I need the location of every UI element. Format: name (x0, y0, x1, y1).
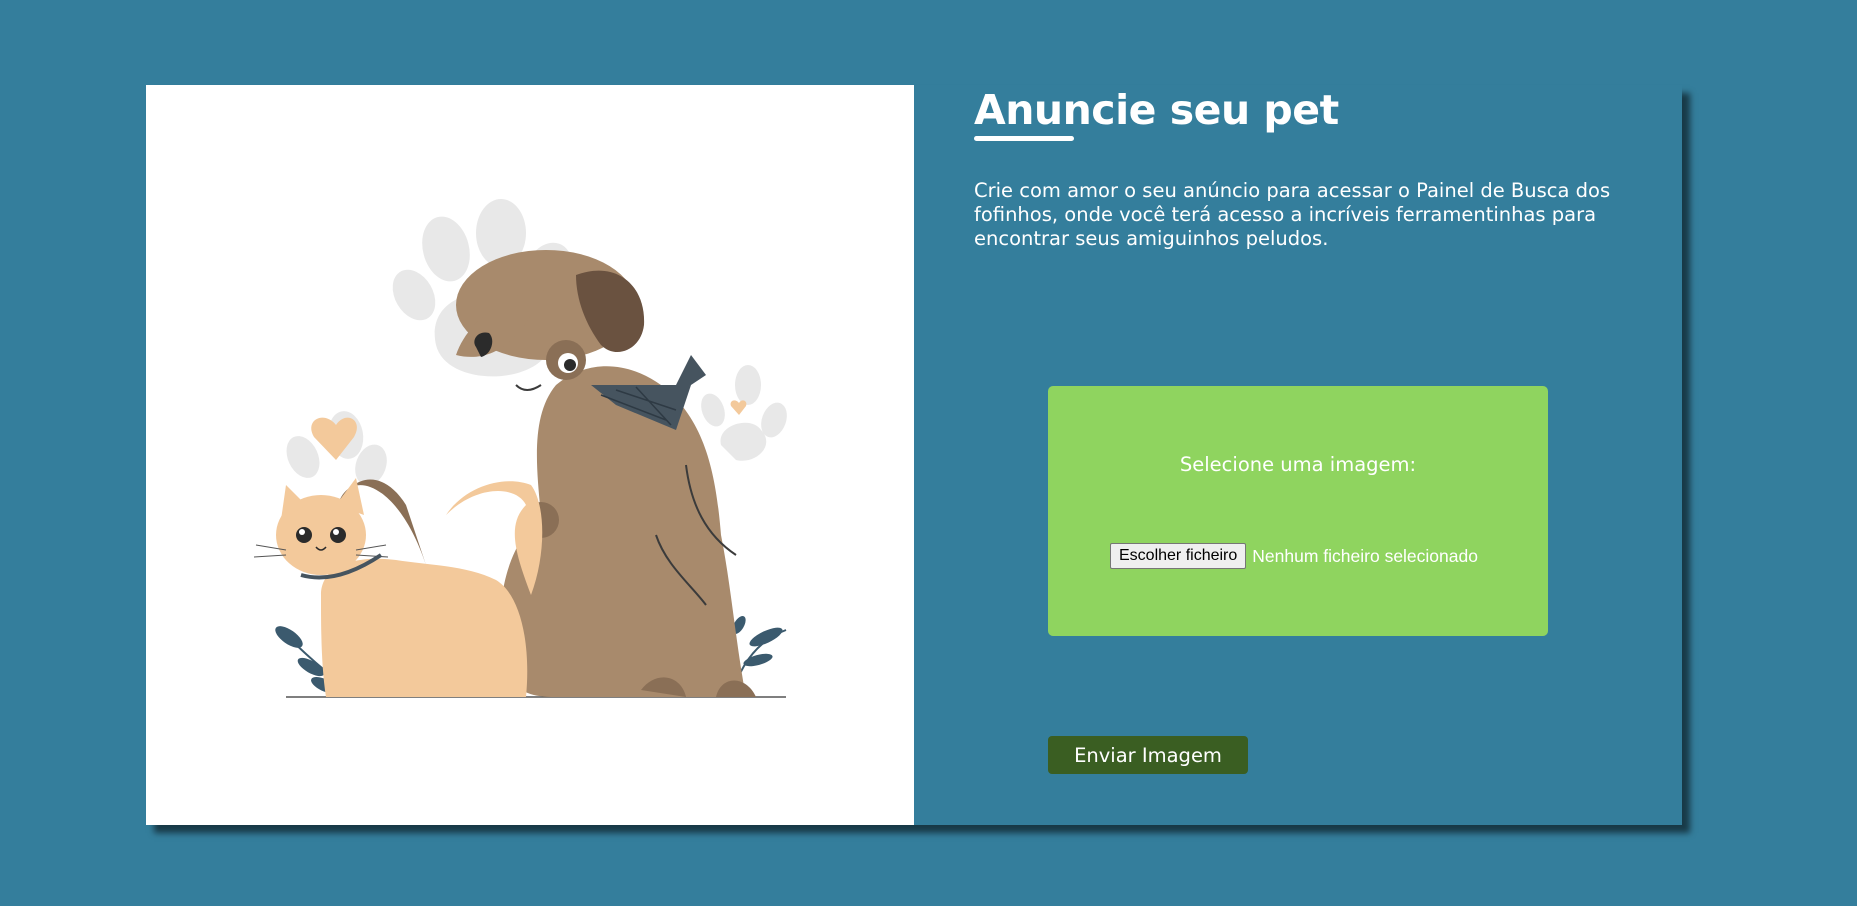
file-input[interactable]: Escolher ficheiro Nenhum ficheiro seleci… (1110, 543, 1478, 569)
title-underline (974, 136, 1074, 141)
cat-icon (253, 478, 543, 697)
cat-and-dog-illustration (253, 199, 787, 698)
submit-image-button[interactable]: Enviar Imagem (1048, 736, 1248, 774)
page-description: Crie com amor o seu anúncio para acessar… (974, 179, 1611, 250)
choose-file-button[interactable]: Escolher ficheiro (1110, 543, 1247, 569)
upload-label: Selecione uma imagem: (1179, 453, 1417, 476)
page-title: Anuncie seu pet (974, 86, 1339, 134)
illustration-panel (146, 85, 914, 825)
file-status-text: Nenhum ficheiro selecionado (1252, 545, 1478, 566)
image-upload-box: Selecione uma imagem: Escolher ficheiro … (1048, 386, 1548, 636)
